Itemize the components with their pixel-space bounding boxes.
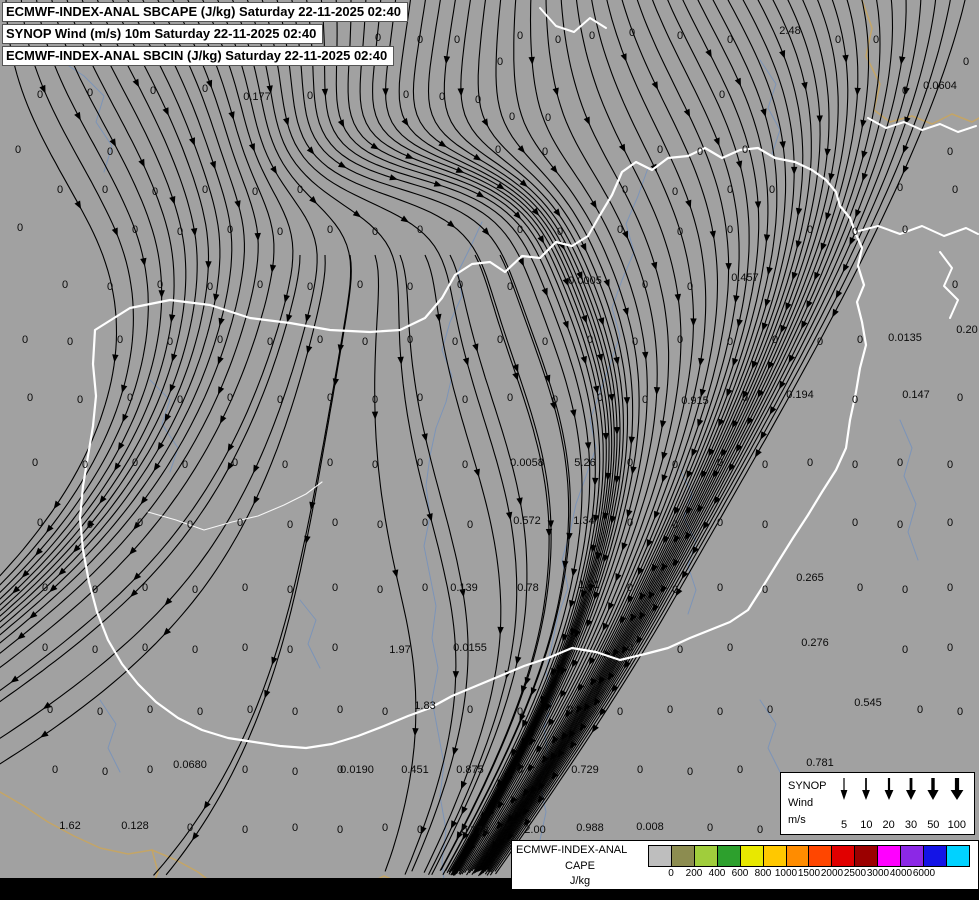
cape-color-swatch	[649, 846, 672, 866]
cape-scale-value: 800	[754, 868, 772, 879]
title-sbcape: ECMWF-INDEX-ANAL SBCAPE (J/kg) Saturday …	[2, 2, 408, 22]
cape-scale-value: 0	[668, 868, 674, 879]
cape-color-swatch	[763, 846, 787, 866]
wind-arrow-icon	[927, 778, 939, 800]
wind-speed-column: 5	[836, 777, 852, 831]
wind-legend-unit: m/s	[788, 814, 806, 827]
wind-speed-column: 30	[903, 777, 919, 831]
wind-arrow-icon	[862, 778, 871, 800]
cape-colorbar-values: 0 200 400 600 800 1000 1500 2000 2500 3000 4000 600…	[648, 868, 970, 883]
wind-legend-scale: 5 10 20 30 50 100	[836, 773, 974, 834]
cape-scale-value: 2000	[820, 868, 844, 879]
wind-speed-value: 20	[882, 819, 895, 831]
title-synop-wind: SYNOP Wind (m/s) 10m Saturday 22-11-2025…	[2, 24, 324, 44]
wind-speed-value: 5	[840, 819, 848, 831]
cape-scale-value: 1500	[797, 868, 821, 879]
cape-color-swatch	[878, 846, 902, 866]
cape-legend-labels: ECMWF-INDEX-ANAL CAPE J/kg	[512, 841, 646, 889]
cape-scale-value: 3000	[866, 868, 890, 879]
wind-legend-labels: SYNOP Wind m/s	[781, 773, 836, 834]
cape-colorbar: 0 200 400 600 800 1000 1500 2000 2500 3000 4000 600…	[646, 841, 978, 889]
title-bar: ECMWF-INDEX-ANAL SBCAPE (J/kg) Saturday …	[2, 2, 408, 66]
wind-speed-value: 30	[904, 819, 918, 831]
wind-speed-value: 50	[927, 819, 940, 831]
wind-legend-subtitle: Wind	[788, 797, 814, 810]
map-canvas	[0, 0, 979, 900]
wind-speed-column: 50	[925, 777, 941, 831]
wind-arrow-icon	[950, 778, 964, 800]
cape-scale-value: 400	[708, 868, 726, 879]
country-borders	[78, 7, 979, 750]
cape-color-swatch	[786, 846, 810, 866]
wind-streamlines	[0, 0, 966, 877]
cape-legend-title: ECMWF-INDEX-ANAL	[516, 844, 628, 856]
wind-legend: SYNOP Wind m/s 5 10 20 30 50 100	[780, 772, 975, 835]
cape-color-swatch	[855, 846, 879, 866]
cape-color-swatch	[694, 846, 718, 866]
cape-color-swatch	[924, 846, 947, 866]
wind-arrow-icon	[884, 778, 894, 800]
cape-color-swatch	[671, 846, 695, 866]
cape-legend: ECMWF-INDEX-ANAL CAPE J/kg 0 200 400 600 800…	[511, 840, 979, 890]
wind-speed-value: 100	[947, 819, 966, 831]
cape-color-swatch	[832, 846, 856, 866]
wind-arrow-icon	[905, 778, 916, 800]
cape-scale-value: 2500	[843, 868, 867, 879]
cape-color-swatch	[717, 846, 741, 866]
cape-scale-value: 1000	[774, 868, 798, 879]
cape-scale-value: 6000	[912, 868, 936, 879]
cape-scale-value: 600	[731, 868, 749, 879]
title-sbcin: ECMWF-INDEX-ANAL SBCIN (J/kg) Saturday 2…	[2, 46, 395, 66]
cape-color-swatch	[901, 846, 925, 866]
weather-map: 0.177 2.48 0.0604 0.0005 0.457 0.0135 0.20 0.91…	[0, 0, 979, 900]
cape-legend-unit: J/kg	[569, 875, 591, 887]
wind-arrow-icon	[840, 778, 848, 800]
wind-legend-title: SYNOP	[788, 780, 827, 792]
wind-speed-column: 10	[858, 777, 874, 831]
cape-legend-subtitle: CAPE	[565, 859, 595, 872]
cape-colorbar-swatches	[648, 845, 970, 867]
cape-color-swatch	[809, 846, 833, 866]
cape-scale-value: 200	[685, 868, 703, 879]
cape-color-swatch	[946, 846, 969, 866]
wind-speed-column: 100	[948, 777, 966, 831]
cape-scale-value: 4000	[889, 868, 913, 879]
wind-speed-column: 20	[881, 777, 897, 831]
wind-speed-value: 10	[860, 819, 873, 831]
cape-color-swatch	[740, 846, 764, 866]
